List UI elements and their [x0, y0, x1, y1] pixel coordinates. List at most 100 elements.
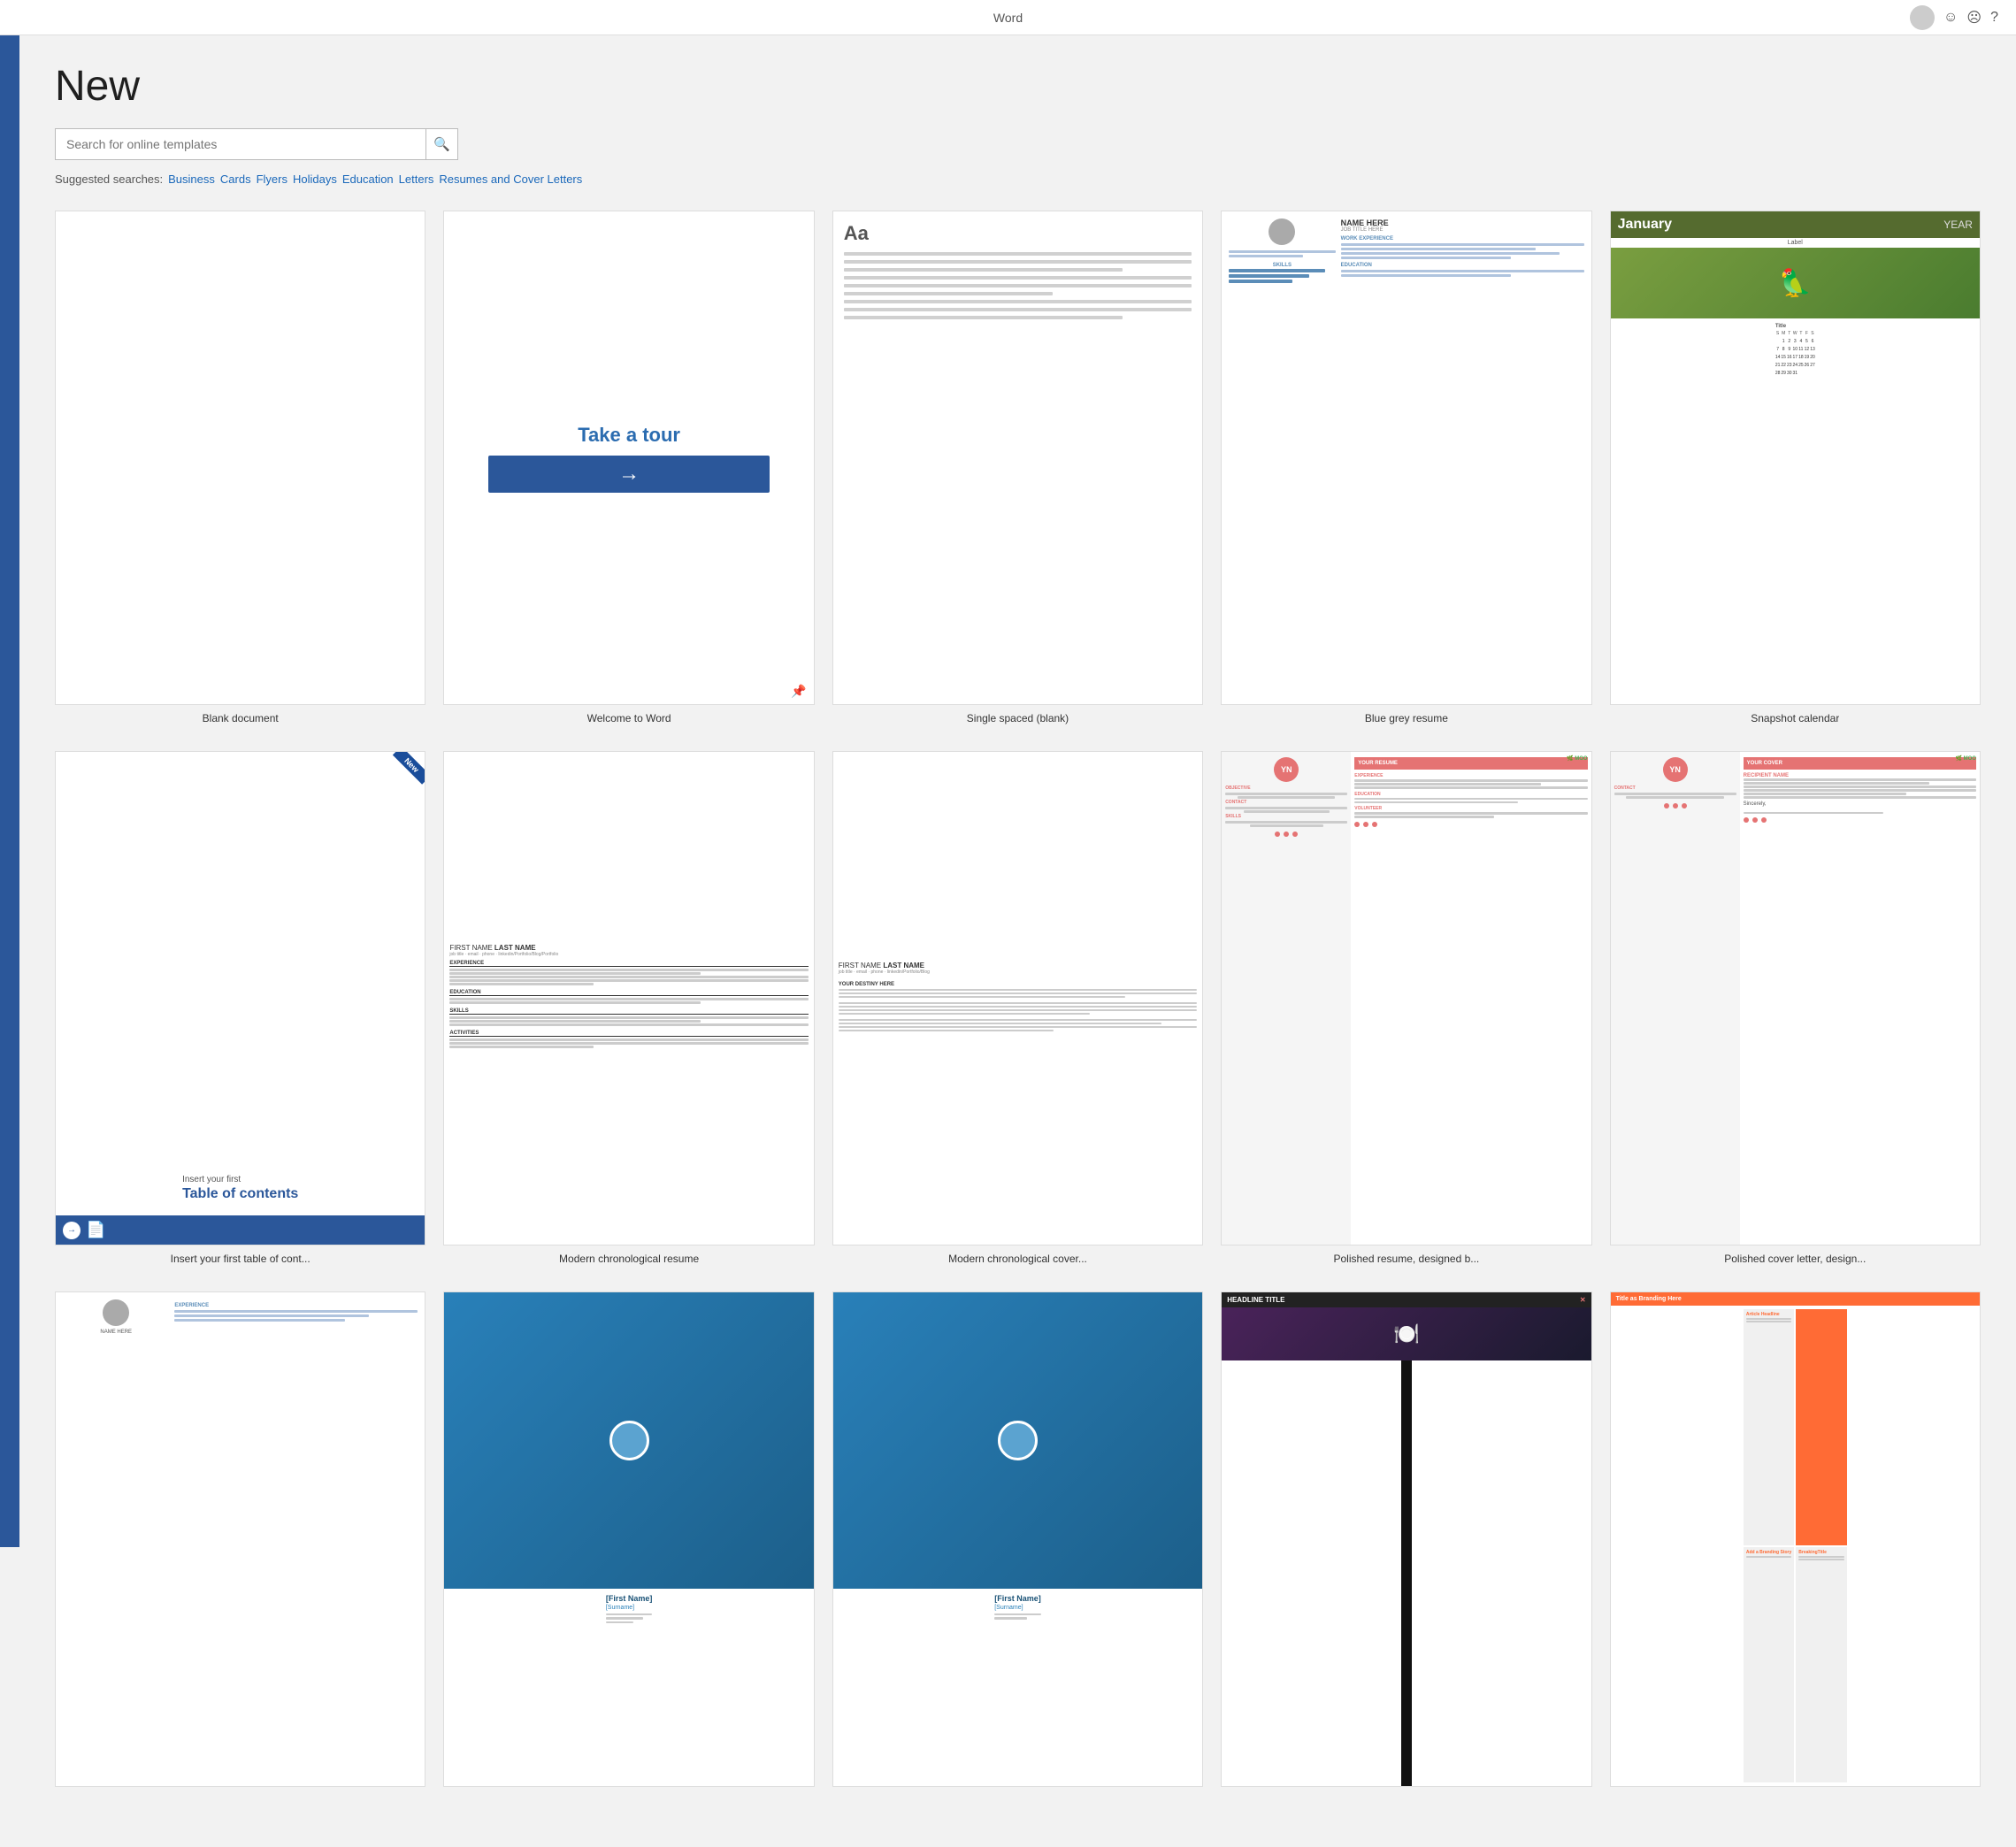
template-blank-label: Blank document [203, 712, 279, 724]
og-grid: Article Headline Add a Branding Story Br… [1740, 1306, 1851, 1785]
og-cell-title-1: Article Headline [1746, 1312, 1791, 1317]
template-bcr-thumb: [First Name] [Surname] [443, 1291, 814, 1786]
template-mcr-label: Modern chronological resume [559, 1253, 699, 1265]
og-cell-3: Add a Branding Story [1744, 1547, 1794, 1782]
suggested-letters[interactable]: Letters [399, 172, 434, 186]
pol-left: YN OBJECTIVE CONTACT SKILLS [1222, 752, 1351, 1245]
suggested-resumes[interactable]: Resumes and Cover Letters [439, 172, 582, 186]
suggested-cards[interactable]: Cards [220, 172, 251, 186]
bcr-2-bottom: [First Name] [Surname] [989, 1589, 1046, 1786]
sad-icon[interactable]: ☹ [1966, 9, 1982, 27]
pol-cover-right-line-4 [1744, 789, 1976, 792]
pol-right-dot-1 [1354, 822, 1360, 827]
toc-new-badge: New [393, 752, 425, 784]
suggested-education[interactable]: Education [342, 172, 394, 186]
mcr-subtitle: job title · email · phone · linkedin/Por… [449, 952, 558, 957]
template-row-1: Blank document Take a tour → 📌 Welcome t… [55, 211, 1981, 724]
mcr-experience-section: EXPERIENCE [449, 961, 808, 986]
template-toc[interactable]: New Insert your first Table of contents … [55, 751, 425, 1265]
pol-header-bar: YOUR RESUME [1354, 757, 1587, 770]
pin-icon[interactable]: 📌 [791, 684, 806, 699]
template-bgresume-2[interactable]: NAME HERE EXPERIENCE [55, 1291, 425, 1793]
template-calendar-label: Snapshot calendar [1751, 712, 1839, 724]
template-polished-resume[interactable]: YN OBJECTIVE CONTACT SKILLS [1221, 751, 1591, 1265]
bgr-2-right: EXPERIENCE [169, 1299, 418, 1323]
main-content: New 🔍 Suggested searches: Business Cards… [19, 35, 2016, 1847]
pol-cover-dot-1 [1664, 803, 1669, 809]
dn-x-icon: ✕ [1580, 1296, 1586, 1304]
pol-cover-header-text: YOUR COVER [1747, 761, 1782, 766]
cal-day-header: SMT WTF S [1775, 331, 1815, 336]
pol-cover-header-bar: YOUR COVER [1744, 757, 1976, 770]
template-mcr-thumb: FIRST NAME LAST NAME job title · email ·… [443, 751, 814, 1245]
bcr-2-surname: [Surname] [994, 1605, 1041, 1611]
search-input[interactable] [55, 128, 426, 160]
mcc-block-3 [839, 1019, 1197, 1033]
template-polished-cover[interactable]: YN CONTACT 🌿 MOO YOUR COVER RECIPI [1610, 751, 1981, 1265]
template-snapshot-calendar[interactable]: January YEAR Label 🦜 Title SMT WTF S 12 [1610, 211, 1981, 724]
template-polished-cover-thumb: YN CONTACT 🌿 MOO YOUR COVER RECIPI [1610, 751, 1981, 1245]
mcr-line-3 [449, 976, 808, 978]
template-blank[interactable]: Blank document [55, 211, 425, 724]
pol-cover-right-line-3 [1744, 786, 1976, 788]
template-orange-grid[interactable]: Title as Branding Here Article Headline … [1610, 1291, 1981, 1793]
pol-line-1 [1225, 793, 1347, 795]
template-mcc-label: Modern chronological cover... [948, 1253, 1087, 1265]
pol-cover-line-1 [1614, 793, 1736, 795]
suggested-holidays[interactable]: Holidays [293, 172, 337, 186]
bgr-2-experience-title: EXPERIENCE [174, 1303, 418, 1308]
og-cell-4: BreakingTitle [1796, 1547, 1846, 1782]
pol-right: 🌿 MOO YOUR RESUME EXPERIENCE EDUCATION V… [1351, 752, 1591, 1245]
template-blue-grey-resume[interactable]: SKILLS NAME HERE JOB TITLE HERE WORK EXP… [1221, 211, 1591, 724]
ss-line-1 [844, 252, 1192, 256]
template-modern-chron-resume[interactable]: FIRST NAME LAST NAME job title · email ·… [443, 751, 814, 1265]
template-dark-newsletter[interactable]: HEADLINE TITLE ✕ 🍽️ [1221, 1291, 1591, 1793]
bcr-line-2 [606, 1617, 643, 1620]
cal-month: January [1618, 217, 1672, 233]
template-bcr-2[interactable]: [First Name] [Surname] [832, 1291, 1203, 1793]
cal-label: Label [1782, 238, 1808, 248]
template-bgresume-thumb: SKILLS NAME HERE JOB TITLE HERE WORK EXP… [1221, 211, 1591, 705]
template-bcr[interactable]: [First Name] [Surname] [443, 1291, 814, 1793]
bcr-bottom: [First Name] [Surname] [601, 1589, 658, 1786]
mcr-skills-section: SKILLS [449, 1008, 808, 1027]
bcr-2-top [833, 1292, 1202, 1588]
pol-line-3 [1225, 807, 1347, 809]
sidebar-strip [0, 35, 19, 1547]
pol-right-line-7 [1354, 816, 1494, 818]
suggested-flyers[interactable]: Flyers [257, 172, 287, 186]
smiley-icon[interactable]: ☺ [1943, 10, 1958, 26]
toc-doc-icon: 📄 [86, 1221, 105, 1239]
top-bar-right: ☺ ☹ ? [1910, 5, 1998, 30]
ss-line-6 [844, 292, 1053, 295]
page-title: New [55, 62, 1981, 111]
og-cell-line-2 [1746, 1321, 1791, 1322]
help-icon[interactable]: ? [1990, 10, 1998, 26]
template-bgresume-label: Blue grey resume [1365, 712, 1448, 724]
bcr-2-avatar-circle [998, 1421, 1038, 1460]
mcr-line-5 [449, 983, 593, 985]
template-single-spaced-thumb: Aa [832, 211, 1203, 705]
suggested-searches: Suggested searches: Business Cards Flyer… [55, 172, 1981, 186]
dn-body [1401, 1360, 1412, 1785]
suggested-business[interactable]: Business [168, 172, 215, 186]
template-modern-chron-cover[interactable]: FIRST NAME LAST NAME job title · email ·… [832, 751, 1203, 1265]
template-single-spaced[interactable]: Aa Single spaced (blank) [832, 211, 1203, 724]
pol-cover-left: YN CONTACT [1611, 752, 1740, 1245]
ss-lines [844, 252, 1192, 324]
template-dark-newsletter-thumb: HEADLINE TITLE ✕ 🍽️ [1221, 1291, 1591, 1786]
search-button[interactable]: 🔍 [426, 128, 458, 160]
dn-headline-title: HEADLINE TITLE [1227, 1296, 1284, 1304]
template-mcc-thumb: FIRST NAME LAST NAME job title · email ·… [832, 751, 1203, 1245]
pol-cover-right-dot-2 [1752, 817, 1758, 823]
template-welcome[interactable]: Take a tour → 📌 Welcome to Word [443, 211, 814, 724]
bgr-left: SKILLS [1229, 218, 1335, 285]
pol-right-dot-3 [1372, 822, 1377, 827]
ss-line-2 [844, 260, 1192, 264]
toc-insert-text: Insert your first [182, 1175, 298, 1184]
template-polished-cover-label: Polished cover letter, design... [1724, 1253, 1866, 1265]
mcr-line-2 [449, 972, 701, 975]
pol-line-4 [1244, 810, 1330, 813]
mcr-line-8 [449, 1016, 808, 1019]
og-cell-2 [1796, 1309, 1846, 1544]
